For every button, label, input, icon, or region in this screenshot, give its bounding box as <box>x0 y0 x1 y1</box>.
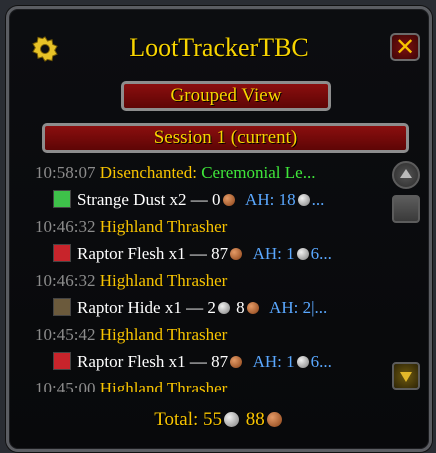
window-title: LootTrackerTBC <box>129 33 309 62</box>
loot-list: 10:58:07 Disenchanted: Ceremonial Le... S… <box>35 159 385 392</box>
silver-coin-icon <box>224 412 240 427</box>
total-value: Total: 55 88 <box>9 409 429 431</box>
source-label: Highland Thrasher <box>99 271 228 290</box>
timestamp: 10:45:42 <box>35 325 96 344</box>
copper-coin-icon <box>246 302 259 314</box>
source-label: Disenchanted: <box>99 163 197 182</box>
close-button[interactable]: ✕ <box>390 33 420 61</box>
scrollbar-thumb[interactable] <box>392 195 420 223</box>
source-detail: Ceremonial Le... <box>201 163 316 182</box>
ah-label: AH: <box>245 190 279 209</box>
ah-value: 1 <box>286 244 295 263</box>
scroll-up-button[interactable] <box>392 161 420 189</box>
loot-header-row[interactable]: 10:45:42 Highland Thrasher <box>35 321 385 348</box>
silver-coin-icon <box>296 248 309 260</box>
total-silver: 55 <box>203 409 223 430</box>
price-copper: 0 <box>212 190 221 209</box>
loot-header-row[interactable]: 10:58:07 Disenchanted: Ceremonial Le... <box>35 159 385 186</box>
ah-value: 2|... <box>302 298 328 317</box>
close-icon: ✕ <box>394 33 416 61</box>
grouped-view-button[interactable]: Grouped View <box>121 81 331 111</box>
item-text: Raptor Hide x1 — <box>77 298 208 317</box>
item-text: Raptor Flesh x1 — <box>77 352 212 371</box>
ah-tail: ... <box>311 190 325 209</box>
raptor-flesh-icon <box>53 352 71 370</box>
arrow-down-icon <box>400 372 412 382</box>
loot-header-row[interactable]: 10:46:32 Highland Thrasher <box>35 267 385 294</box>
total-label: Total: <box>154 409 204 430</box>
raptor-hide-icon <box>53 298 71 316</box>
timestamp: 10:46:32 <box>35 217 96 236</box>
ah-label: AH: <box>252 352 287 371</box>
timestamp: 10:58:07 <box>35 163 96 182</box>
source-label: Highland Thrasher <box>99 379 228 392</box>
source-label: Highland Thrasher <box>99 325 228 344</box>
loot-header-row[interactable]: 10:45:00 Highland Thrasher <box>35 375 385 392</box>
timestamp: 10:46:32 <box>35 271 96 290</box>
silver-coin-icon <box>296 356 309 368</box>
price-copper: 8 <box>236 298 245 317</box>
loot-item-row[interactable]: Strange Dust x2 — 0 AH: 18... <box>35 186 385 213</box>
loot-header-row[interactable]: 10:46:32 Highland Thrasher <box>35 213 385 240</box>
item-text: Strange Dust x2 — <box>77 190 213 209</box>
copper-coin-icon <box>230 248 243 260</box>
copper-coin-icon <box>230 356 243 368</box>
price-copper: 87 <box>211 352 229 371</box>
silver-coin-icon <box>217 302 230 314</box>
ah-value: 18 <box>278 190 296 209</box>
timestamp: 10:45:00 <box>35 379 96 392</box>
price-silver: 2 <box>207 298 216 317</box>
loot-item-row[interactable]: Raptor Flesh x1 — 87 AH: 1 6... <box>35 348 385 375</box>
ah-label: AH: <box>269 298 303 317</box>
arrow-up-icon <box>400 169 412 178</box>
dust-icon <box>53 190 71 208</box>
scroll-down-button[interactable] <box>392 362 420 390</box>
source-label: Highland Thrasher <box>99 217 228 236</box>
loot-tracker-window: LootTrackerTBC ✕ Grouped View Session 1 … <box>6 6 432 452</box>
ah-label: AH: <box>252 244 287 263</box>
ah-tail: 6... <box>310 352 332 371</box>
raptor-flesh-icon <box>53 244 71 262</box>
price-copper: 87 <box>211 244 229 263</box>
ah-value: 1 <box>286 352 295 371</box>
total-copper: 88 <box>245 409 265 430</box>
silver-coin-icon <box>297 194 310 206</box>
copper-coin-icon <box>266 412 282 427</box>
loot-item-row[interactable]: Raptor Flesh x1 — 87 AH: 1 6... <box>35 240 385 267</box>
item-text: Raptor Flesh x1 — <box>77 244 212 263</box>
loot-item-row[interactable]: Raptor Hide x1 — 2 8 AH: 2|... <box>35 294 385 321</box>
ah-tail: 6... <box>310 244 332 263</box>
session-selector-button[interactable]: Session 1 (current) <box>42 123 409 153</box>
copper-coin-icon <box>222 194 235 206</box>
